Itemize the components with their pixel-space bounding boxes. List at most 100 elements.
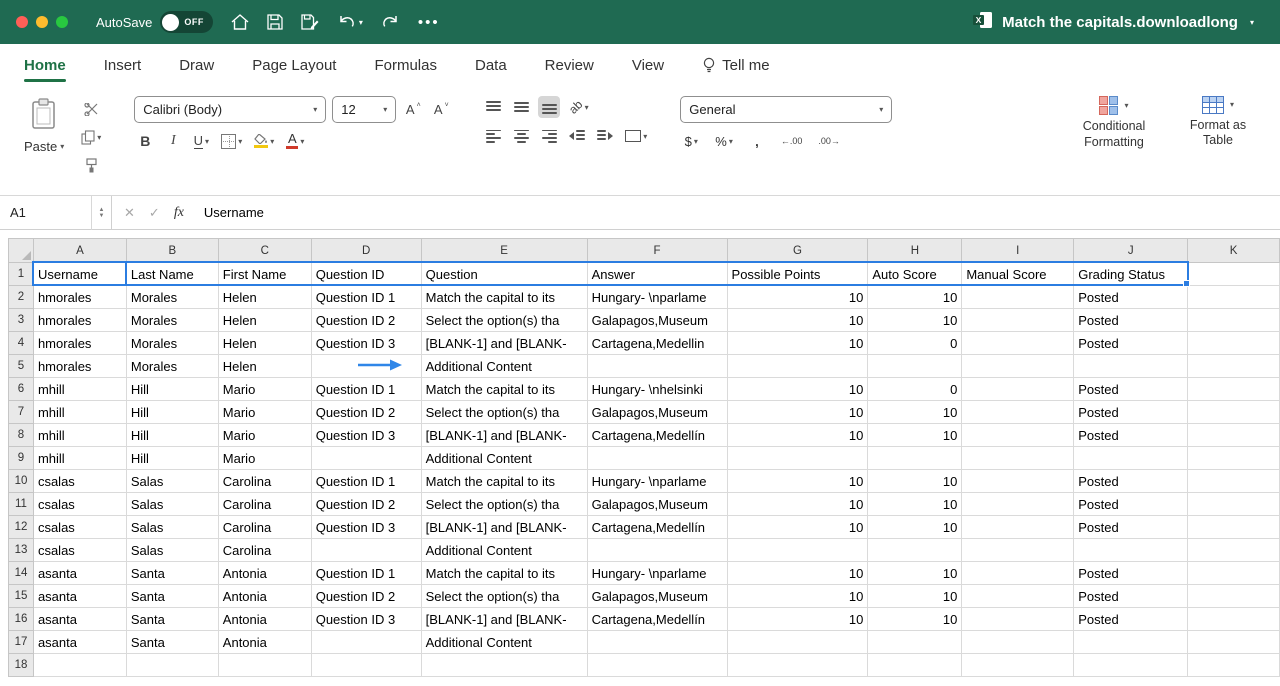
cell-G4[interactable]: 10 — [727, 332, 868, 355]
cell-J7[interactable]: Posted — [1074, 401, 1188, 424]
cell-K18[interactable] — [1188, 654, 1280, 677]
cell-F6[interactable]: Hungary- \nhelsinki — [587, 378, 727, 401]
cell-I4[interactable] — [962, 332, 1074, 355]
orientation-button[interactable]: ab▾ — [566, 96, 591, 118]
select-all-corner[interactable] — [9, 239, 34, 263]
align-left-button[interactable] — [482, 125, 504, 147]
cell-G1[interactable]: Possible Points — [727, 263, 868, 286]
cell-H6[interactable]: 0 — [868, 378, 962, 401]
cell-K16[interactable] — [1188, 608, 1280, 631]
borders-button[interactable]: ▾ — [218, 130, 245, 152]
cell-J11[interactable]: Posted — [1074, 493, 1188, 516]
number-format-select[interactable]: General ▾ — [680, 96, 892, 123]
cell-F2[interactable]: Hungary- \nparlame — [587, 286, 727, 309]
close-window-button[interactable] — [16, 16, 28, 28]
cell-G9[interactable] — [727, 447, 868, 470]
tab-tell-me[interactable]: Tell me — [702, 44, 770, 86]
cell-K17[interactable] — [1188, 631, 1280, 654]
cell-H15[interactable]: 10 — [868, 585, 962, 608]
row-header-13[interactable]: 13 — [9, 539, 34, 562]
column-header-C[interactable]: C — [218, 239, 311, 263]
cell-D7[interactable]: Question ID 2 — [311, 401, 421, 424]
cell-G7[interactable]: 10 — [727, 401, 868, 424]
align-right-button[interactable] — [538, 125, 560, 147]
cell-F12[interactable]: Cartagena,Medellín — [587, 516, 727, 539]
cell-C15[interactable]: Antonia — [218, 585, 311, 608]
cell-B18[interactable] — [126, 654, 218, 677]
cell-E14[interactable]: Match the capital to its — [421, 562, 587, 585]
cell-A12[interactable]: csalas — [33, 516, 126, 539]
cell-G11[interactable]: 10 — [727, 493, 868, 516]
cell-I8[interactable] — [962, 424, 1074, 447]
paste-button[interactable]: Paste▾ — [18, 96, 70, 176]
row-header-3[interactable]: 3 — [9, 309, 34, 332]
increase-decimal-button[interactable]: ←.00 — [778, 130, 806, 152]
insert-function-icon[interactable]: fx — [174, 205, 184, 221]
cell-C7[interactable]: Mario — [218, 401, 311, 424]
cell-E17[interactable]: Additional Content — [421, 631, 587, 654]
undo-chevron-icon[interactable]: ▾ — [359, 18, 363, 27]
cell-K3[interactable] — [1188, 309, 1280, 332]
cell-E8[interactable]: [BLANK-1] and [BLANK- — [421, 424, 587, 447]
increase-indent-button[interactable] — [594, 125, 616, 147]
row-header-12[interactable]: 12 — [9, 516, 34, 539]
cell-F5[interactable] — [587, 355, 727, 378]
cell-A3[interactable]: hmorales — [33, 309, 126, 332]
cell-I15[interactable] — [962, 585, 1074, 608]
row-header-14[interactable]: 14 — [9, 562, 34, 585]
cell-G3[interactable]: 10 — [727, 309, 868, 332]
cell-E4[interactable]: [BLANK-1] and [BLANK- — [421, 332, 587, 355]
cell-I7[interactable] — [962, 401, 1074, 424]
cell-K12[interactable] — [1188, 516, 1280, 539]
cell-D12[interactable]: Question ID 3 — [311, 516, 421, 539]
cell-A2[interactable]: hmorales — [33, 286, 126, 309]
cell-I9[interactable] — [962, 447, 1074, 470]
cell-I13[interactable] — [962, 539, 1074, 562]
cell-B1[interactable]: Last Name — [126, 263, 218, 286]
cell-E11[interactable]: Select the option(s) tha — [421, 493, 587, 516]
cell-D1[interactable]: Question ID — [311, 263, 421, 286]
cell-I17[interactable] — [962, 631, 1074, 654]
comma-style-button[interactable]: , — [746, 130, 768, 152]
cell-K2[interactable] — [1188, 286, 1280, 309]
conditional-formatting-button[interactable]: ▾ Conditional Formatting — [1070, 96, 1158, 150]
decrease-indent-button[interactable] — [566, 125, 588, 147]
cell-K15[interactable] — [1188, 585, 1280, 608]
cell-F16[interactable]: Cartagena,Medellín — [587, 608, 727, 631]
cell-A7[interactable]: mhill — [33, 401, 126, 424]
row-header-16[interactable]: 16 — [9, 608, 34, 631]
cell-I11[interactable] — [962, 493, 1074, 516]
cell-E10[interactable]: Match the capital to its — [421, 470, 587, 493]
cell-J6[interactable]: Posted — [1074, 378, 1188, 401]
cell-J18[interactable] — [1074, 654, 1188, 677]
cell-C9[interactable]: Mario — [218, 447, 311, 470]
font-size-select[interactable]: 12 ▾ — [332, 96, 396, 123]
cell-A10[interactable]: csalas — [33, 470, 126, 493]
cell-H9[interactable] — [868, 447, 962, 470]
cell-C2[interactable]: Helen — [218, 286, 311, 309]
save-icon[interactable] — [267, 14, 283, 30]
cell-J2[interactable]: Posted — [1074, 286, 1188, 309]
cell-C10[interactable]: Carolina — [218, 470, 311, 493]
enter-icon[interactable]: ✓ — [149, 205, 160, 221]
cell-B6[interactable]: Hill — [126, 378, 218, 401]
fill-handle[interactable] — [1183, 280, 1190, 287]
column-header-K[interactable]: K — [1188, 239, 1280, 263]
column-header-J[interactable]: J — [1074, 239, 1188, 263]
cell-C16[interactable]: Antonia — [218, 608, 311, 631]
cell-A17[interactable]: asanta — [33, 631, 126, 654]
cell-H4[interactable]: 0 — [868, 332, 962, 355]
row-header-18[interactable]: 18 — [9, 654, 34, 677]
cell-I3[interactable] — [962, 309, 1074, 332]
format-painter-icon[interactable] — [78, 154, 104, 176]
cell-F11[interactable]: Galapagos,Museum — [587, 493, 727, 516]
cell-H13[interactable] — [868, 539, 962, 562]
row-header-1[interactable]: 1 — [9, 263, 34, 286]
cell-G5[interactable] — [727, 355, 868, 378]
cell-H10[interactable]: 10 — [868, 470, 962, 493]
cell-A18[interactable] — [33, 654, 126, 677]
cell-I2[interactable] — [962, 286, 1074, 309]
cell-H3[interactable]: 10 — [868, 309, 962, 332]
cell-H16[interactable]: 10 — [868, 608, 962, 631]
title-chevron-icon[interactable]: ▾ — [1250, 18, 1254, 27]
